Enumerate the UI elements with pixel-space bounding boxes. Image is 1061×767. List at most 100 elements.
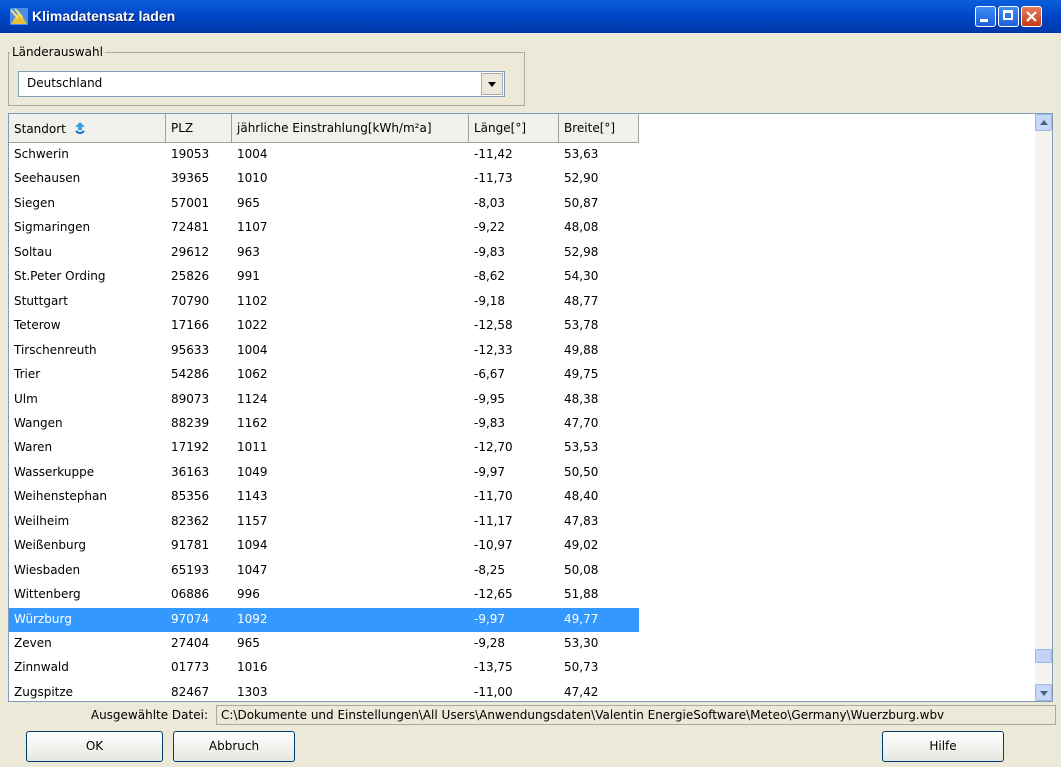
maximize-icon bbox=[1003, 10, 1013, 20]
window-title: Klimadatensatz laden bbox=[32, 8, 176, 24]
table-row[interactable]: Siegen 57001 965 -8,03 50,87 bbox=[9, 192, 639, 216]
table-cell: 57001 bbox=[171, 195, 210, 210]
table-cell: 1004 bbox=[237, 147, 268, 161]
table-row[interactable]: Trier 54286 1062 -6,67 49,75 bbox=[9, 363, 639, 387]
country-dropdown-button[interactable] bbox=[481, 73, 503, 95]
table-row[interactable]: Wasserkuppe 36163 1049 -9,97 50,50 bbox=[9, 461, 639, 485]
cancel-button[interactable]: Abbruch bbox=[173, 731, 295, 762]
station-table[interactable]: Standort PLZ jährliche Einstrahlung[kWh/… bbox=[8, 113, 1053, 702]
table-cell: 1016 bbox=[237, 660, 268, 675]
table-row[interactable]: Zugspitze 82467 1303 -11,00 47,42 bbox=[9, 681, 639, 701]
table-row[interactable]: Tirschenreuth 95633 1004 -12,33 49,88 bbox=[9, 339, 639, 363]
scrollbar-thumb[interactable] bbox=[1035, 649, 1052, 663]
table-cell: 51,88 bbox=[564, 587, 599, 602]
table-row[interactable]: Zeven 27404 965 -9,28 53,30 bbox=[9, 632, 639, 656]
help-button[interactable]: Hilfe bbox=[882, 731, 1004, 762]
table-cell: 1092 bbox=[237, 611, 268, 626]
table-cell: -11,42 bbox=[474, 147, 513, 161]
column-header-einstrahlung[interactable]: jährliche Einstrahlung[kWh/m²a] bbox=[232, 114, 469, 143]
table-cell: 95633 bbox=[171, 342, 210, 357]
table-row[interactable]: Wittenberg 06886 996 -12,65 51,88 bbox=[9, 583, 639, 607]
table-row[interactable]: Weihenstephan 85356 1143 -11,70 48,40 bbox=[9, 485, 639, 509]
table-cell: Soltau bbox=[14, 244, 52, 259]
table-row[interactable]: Ulm 89073 1124 -9,95 48,38 bbox=[9, 388, 639, 412]
table-cell: Wiesbaden bbox=[14, 562, 81, 577]
table-cell: -11,70 bbox=[474, 489, 513, 504]
table-cell: 50,73 bbox=[564, 660, 599, 675]
table-cell: 54,30 bbox=[564, 269, 599, 284]
column-header-standort[interactable]: Standort bbox=[9, 114, 166, 143]
table-cell: 36163 bbox=[171, 464, 210, 479]
table-row-selected[interactable]: Würzburg 97074 1092 -9,97 49,77 bbox=[9, 607, 639, 632]
table-cell: -8,25 bbox=[474, 562, 506, 577]
table-cell: Siegen bbox=[14, 195, 55, 210]
table-cell: Seehausen bbox=[14, 171, 81, 186]
table-cell: -11,73 bbox=[474, 171, 513, 186]
table-cell: 1303 bbox=[237, 684, 268, 699]
table-cell: Ulm bbox=[14, 391, 38, 406]
table-row[interactable]: Soltau 29612 963 -9,83 52,98 bbox=[9, 241, 639, 265]
table-row[interactable]: Stuttgart 70790 1102 -9,18 48,77 bbox=[9, 290, 639, 314]
table-row[interactable]: Teterow 17166 1022 -12,58 53,78 bbox=[9, 314, 639, 338]
table-cell: Wasserkuppe bbox=[14, 464, 95, 479]
table-cell: Zinnwald bbox=[14, 660, 69, 675]
table-cell: 48,08 bbox=[564, 220, 599, 235]
table-cell: 25826 bbox=[171, 269, 210, 284]
scroll-down-button[interactable] bbox=[1035, 684, 1052, 701]
table-cell: Tirschenreuth bbox=[14, 342, 97, 357]
minimize-button[interactable] bbox=[975, 6, 996, 27]
table-cell: -9,97 bbox=[474, 611, 506, 626]
table-row[interactable]: St.Peter Ording 25826 991 -8,62 54,30 bbox=[9, 265, 639, 289]
table-cell: Stuttgart bbox=[14, 293, 68, 308]
table-row[interactable]: Schwerin 19053 1004 -11,42 53,63 bbox=[9, 143, 639, 167]
maximize-button[interactable] bbox=[998, 6, 1019, 27]
vertical-scrollbar[interactable] bbox=[1035, 114, 1052, 701]
table-cell: -9,97 bbox=[474, 464, 506, 479]
table-cell: 97074 bbox=[171, 611, 210, 626]
table-cell: 54286 bbox=[171, 367, 210, 382]
chevron-down-icon bbox=[488, 82, 496, 87]
table-cell: 996 bbox=[237, 587, 260, 602]
table-cell: 1143 bbox=[237, 489, 268, 504]
close-button[interactable] bbox=[1021, 6, 1042, 27]
country-select-value: Deutschland bbox=[27, 76, 103, 90]
table-cell: 1004 bbox=[237, 342, 268, 357]
table-row[interactable]: Wangen 88239 1162 -9,83 47,70 bbox=[9, 412, 639, 436]
table-cell: 50,50 bbox=[564, 464, 599, 479]
column-header-laenge[interactable]: Länge[°] bbox=[469, 114, 559, 143]
chevron-down-icon bbox=[1040, 691, 1048, 696]
minimize-icon bbox=[980, 19, 988, 22]
table-cell: 1022 bbox=[237, 318, 268, 333]
ok-button[interactable]: OK bbox=[26, 731, 163, 762]
table-row[interactable]: Weißenburg 91781 1094 -10,97 49,02 bbox=[9, 534, 639, 558]
table-row[interactable]: Weilheim 82362 1157 -11,17 47,83 bbox=[9, 510, 639, 534]
table-cell: 50,08 bbox=[564, 562, 599, 577]
column-header-breite[interactable]: Breite[°] bbox=[559, 114, 639, 143]
table-row[interactable]: Sigmaringen 72481 1107 -9,22 48,08 bbox=[9, 216, 639, 240]
column-header-plz[interactable]: PLZ bbox=[166, 114, 232, 143]
title-bar[interactable]: Klimadatensatz laden bbox=[0, 0, 1061, 33]
table-row[interactable]: Seehausen 39365 1010 -11,73 52,90 bbox=[9, 167, 639, 191]
table-cell: -12,33 bbox=[474, 342, 513, 357]
scroll-up-button[interactable] bbox=[1035, 114, 1052, 131]
table-cell: -13,75 bbox=[474, 660, 513, 675]
table-row[interactable]: Zinnwald 01773 1016 -13,75 50,73 bbox=[9, 656, 639, 680]
table-cell: Weißenburg bbox=[14, 538, 86, 553]
table-row[interactable]: Waren 17192 1011 -12,70 53,53 bbox=[9, 436, 639, 460]
table-cell: 965 bbox=[237, 195, 260, 210]
table-cell: 1157 bbox=[237, 513, 268, 528]
table-cell: 89073 bbox=[171, 391, 210, 406]
country-select[interactable]: Deutschland bbox=[18, 71, 505, 97]
table-cell: 72481 bbox=[171, 220, 210, 235]
table-cell: Wittenberg bbox=[14, 587, 81, 602]
table-row[interactable]: Wiesbaden 65193 1047 -8,25 50,08 bbox=[9, 559, 639, 583]
table-cell: Zeven bbox=[14, 636, 52, 650]
table-header: Standort PLZ jährliche Einstrahlung[kWh/… bbox=[9, 114, 639, 143]
table-cell: 48,40 bbox=[564, 489, 599, 504]
table-cell: 965 bbox=[237, 636, 260, 650]
table-cell: 70790 bbox=[171, 293, 210, 308]
table-cell: 1047 bbox=[237, 562, 268, 577]
table-cell: -12,58 bbox=[474, 318, 513, 333]
country-group-label: Länderauswahl bbox=[10, 45, 105, 59]
table-cell: 1124 bbox=[237, 391, 268, 406]
